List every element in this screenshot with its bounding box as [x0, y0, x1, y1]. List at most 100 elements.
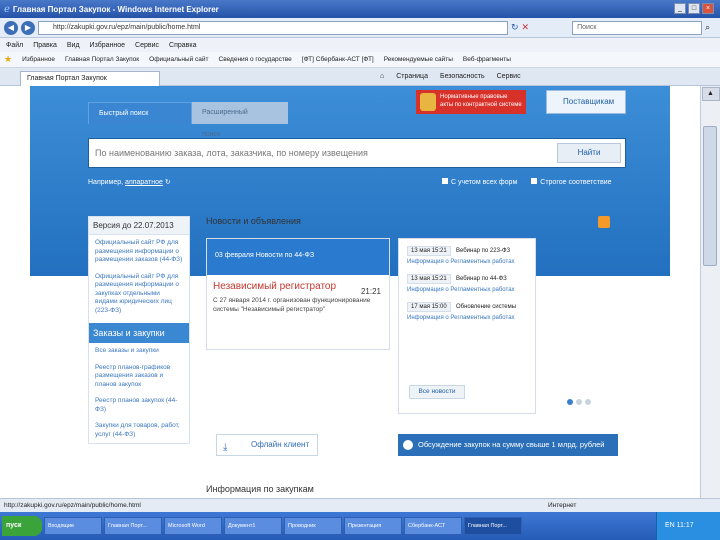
event-date: 17 мая 15:00 — [407, 302, 451, 312]
favorite-item[interactable]: Рекомендуемые сайты — [384, 56, 453, 63]
offline-label: Офлайн клиент — [251, 440, 310, 449]
discussion-text: Обсуждение закупок на сумму свыше 1 млрд… — [418, 440, 605, 449]
minimize-button[interactable]: _ — [674, 3, 686, 14]
vertical-scrollbar[interactable]: ▲ — [700, 86, 720, 498]
taskbar-item[interactable]: Документ1 — [224, 517, 282, 535]
tool-page[interactable]: Страница — [396, 73, 428, 80]
status-url: http://zakupki.gov.ru/epz/main/public/ho… — [4, 502, 141, 509]
taskbar-item[interactable]: Microsoft Word — [164, 517, 222, 535]
events-panel: 13 мая 15:21 Вебинар по 223-ФЗ Информаци… — [398, 238, 591, 414]
scroll-up-icon[interactable]: ▲ — [701, 87, 720, 101]
chat-bubble-icon — [403, 440, 413, 450]
refresh-example-icon[interactable]: ↻ — [165, 179, 171, 186]
window-controls: _ □ × — [674, 3, 714, 14]
offline-client-button[interactable]: ⤓ Офлайн клиент — [216, 434, 318, 456]
favorite-item[interactable]: Главная Портал Закупок — [65, 56, 139, 63]
tool-service[interactable]: Сервис — [497, 73, 521, 80]
favorites-star-icon[interactable]: ★ — [4, 54, 12, 65]
taskbar-item-active[interactable]: Главная Порт... — [464, 517, 522, 535]
event-item: 13 мая 15:21 Вебинар по 223-ФЗ Информаци… — [399, 239, 535, 267]
start-button[interactable]: пуск — [2, 516, 42, 536]
search-tabs: Быстрый поиск Расширенный поиск — [88, 102, 288, 138]
legal-acts-text: Нормативные правовые акты по контрактной… — [440, 94, 522, 108]
orders-link[interactable]: Реестр планов закупок (44-ФЗ) — [89, 393, 189, 418]
menu-bar: Файл Правка Вид Избранное Сервис Справка — [0, 38, 720, 52]
browser-tab[interactable]: Главная Портал Закупок — [20, 70, 160, 86]
command-bar: ⌂ Страница Безопасность Сервис — [380, 73, 521, 80]
search-example: Например, аппаратное ↻ — [88, 178, 171, 186]
procurement-info-title: Информация по закупкам — [206, 484, 314, 494]
orders-link[interactable]: Все заказы и закупки — [89, 343, 189, 360]
favorite-item[interactable]: Официальный сайт — [149, 56, 208, 63]
window-title-bar: ℯ Главная Портал Закупок - Windows Inter… — [0, 0, 720, 18]
status-bar: http://zakupki.gov.ru/epz/main/public/ho… — [0, 498, 720, 512]
event-text: Вебинар по 223-ФЗ — [455, 248, 511, 254]
favorite-item[interactable]: Веб-фрагменты — [463, 56, 511, 63]
left-sidebar: Версия до 22.07.2013 Официальный сайт РФ… — [88, 216, 190, 444]
search-icon[interactable]: ⌕ — [705, 22, 710, 33]
event-link[interactable]: Информация о Регламентных работах — [407, 287, 529, 293]
search-box: По наименованию заказа, лота, заказчика,… — [88, 138, 626, 168]
tab-bar: Главная Портал Закупок ⌂ Страница Безопа… — [0, 68, 720, 86]
version-header: Версия до 22.07.2013 — [89, 217, 189, 235]
discussion-banner[interactable]: Обсуждение закупок на сумму свыше 1 млрд… — [398, 434, 618, 456]
taskbar-item[interactable]: Презентация — [344, 517, 402, 535]
taskbar-item[interactable]: Входящие — [44, 517, 102, 535]
news-date-bar: 03 февраля Новости по 44-ФЗ — [207, 239, 389, 275]
forward-button[interactable]: ▶ — [21, 20, 35, 35]
orders-link[interactable]: Реестр планов-графиков размещения заказо… — [89, 360, 189, 394]
menu-file[interactable]: Файл — [6, 42, 23, 49]
tab-quick-search[interactable]: Быстрый поиск — [88, 102, 192, 124]
example-link[interactable]: аппаратное — [125, 179, 163, 186]
refresh-icon[interactable]: ↻ — [511, 22, 519, 33]
news-card[interactable]: 03 февраля Новости по 44-ФЗ Независимый … — [206, 238, 390, 350]
event-item: 17 мая 15:00 Обновление системы Информац… — [399, 295, 535, 323]
carousel-dots[interactable] — [567, 399, 591, 405]
taskbar: пуск Входящие Главная Порт... Microsoft … — [0, 512, 720, 540]
side-link[interactable]: Официальный сайт РФ для размещения инфор… — [89, 235, 189, 269]
check-strict-match[interactable]: Строгое соответствие — [531, 178, 612, 186]
search-field[interactable]: По наименованию заказа, лота, заказчика,… — [95, 148, 368, 158]
maximize-button[interactable]: □ — [688, 3, 700, 14]
rss-icon[interactable] — [598, 216, 610, 228]
taskbar-item[interactable]: Сбербанк-АСТ — [404, 517, 462, 535]
favorite-item[interactable]: Сведения о государстве — [219, 56, 292, 63]
event-text: Обновление системы — [455, 304, 517, 310]
home-icon[interactable]: ⌂ — [380, 73, 384, 80]
orders-header: Заказы и закупки — [89, 323, 189, 343]
ie-logo-icon: ℯ — [4, 3, 10, 15]
tab-advanced-search[interactable]: Расширенный поиск — [192, 102, 288, 138]
menu-favorites[interactable]: Избранное — [90, 42, 125, 49]
menu-edit[interactable]: Правка — [33, 42, 57, 49]
legal-acts-banner[interactable]: Нормативные правовые акты по контрактной… — [416, 90, 526, 114]
tool-security[interactable]: Безопасность — [440, 73, 485, 80]
menu-tools[interactable]: Сервис — [135, 42, 159, 49]
suppliers-button[interactable]: Поставщикам — [546, 90, 626, 114]
check-all-forms[interactable]: С учетом всех форм — [442, 178, 517, 186]
taskbar-item[interactable]: Главная Порт... — [104, 517, 162, 535]
side-link[interactable]: Официальный сайт РФ для размещения инфор… — [89, 269, 189, 320]
news-time: 21:21 — [360, 287, 381, 296]
system-tray: EN 11:17 — [656, 512, 720, 540]
stop-icon[interactable]: ✕ — [522, 22, 530, 33]
menu-view[interactable]: Вид — [67, 42, 80, 49]
favorite-item[interactable]: [ФТ] Сбербанк-АСТ [ФТ] — [302, 56, 374, 63]
example-label: Например, — [88, 179, 124, 186]
search-input[interactable]: Поиск — [572, 20, 703, 35]
find-button[interactable]: Найти — [557, 143, 621, 163]
taskbar-item[interactable]: Проводник — [284, 517, 342, 535]
favorites-bar: ★ Избранное Главная Портал Закупок Офици… — [0, 52, 720, 68]
back-button[interactable]: ◀ — [4, 20, 18, 35]
event-link[interactable]: Информация о Регламентных работах — [407, 259, 529, 265]
news-title: Новости и объявления — [206, 216, 301, 226]
download-icon: ⤓ — [223, 442, 228, 453]
event-text: Вебинар по 44-ФЗ — [455, 276, 507, 282]
menu-help[interactable]: Справка — [169, 42, 196, 49]
scroll-thumb[interactable] — [703, 126, 717, 266]
event-link[interactable]: Информация о Регламентных работах — [407, 315, 529, 321]
address-input[interactable]: http://zakupki.gov.ru/epz/main/public/ho… — [38, 20, 508, 35]
close-button[interactable]: × — [702, 3, 714, 14]
all-news-button[interactable]: Все новости — [409, 385, 465, 399]
orders-link[interactable]: Закупки для товаров, работ, услуг (44-ФЗ… — [89, 418, 189, 443]
favorites-label[interactable]: Избранное — [22, 56, 55, 63]
